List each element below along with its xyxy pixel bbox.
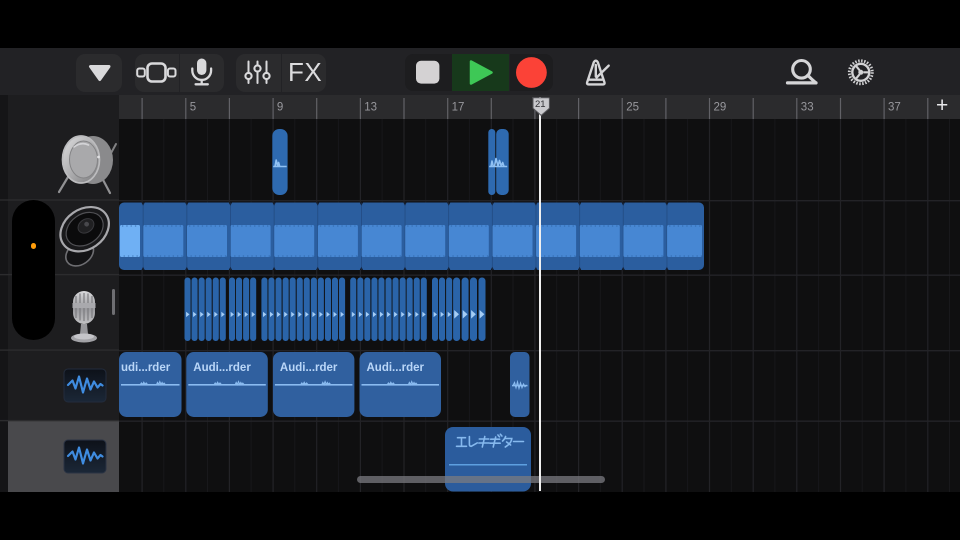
svg-text:Audi...rder: Audi...rder <box>367 362 425 374</box>
svg-text:33: 33 <box>801 102 814 114</box>
svg-text:13: 13 <box>364 102 377 114</box>
svg-text:25: 25 <box>626 102 639 114</box>
svg-text:29: 29 <box>714 102 727 114</box>
svg-text:17: 17 <box>452 102 465 114</box>
svg-text:5: 5 <box>190 102 196 114</box>
svg-text:FX: FX <box>288 57 322 87</box>
svg-text:21: 21 <box>535 99 546 110</box>
svg-text:Audi...rder: Audi...rder <box>280 362 338 374</box>
svg-text:Audi...rder: Audi...rder <box>193 362 251 374</box>
svg-text:37: 37 <box>888 102 901 114</box>
svg-text:9: 9 <box>277 102 283 114</box>
svg-text:udi...rder: udi...rder <box>121 362 171 374</box>
svg-text:+: + <box>936 95 948 117</box>
